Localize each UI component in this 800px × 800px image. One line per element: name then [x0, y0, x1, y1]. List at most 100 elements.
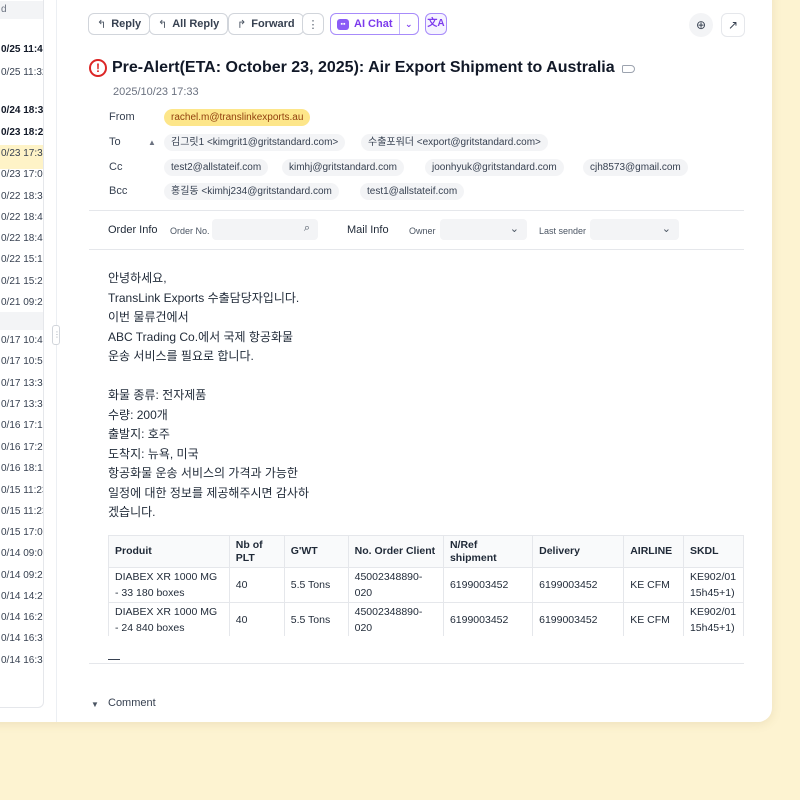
- cc-chip[interactable]: kimhj@gritstandard.com: [282, 159, 404, 176]
- resize-handle[interactable]: ⋮: [52, 325, 61, 345]
- mail-list-item[interactable]: 0/15 11:23: [1, 506, 43, 517]
- owner-select[interactable]: ⌄: [440, 219, 527, 240]
- more-vertical-icon: ⋮: [307, 18, 319, 31]
- cc-label: Cc: [109, 161, 123, 173]
- table-cell: 40: [228, 602, 285, 636]
- last-sender-select[interactable]: ⌄: [590, 219, 679, 240]
- add-label-button[interactable]: ⊕: [689, 13, 713, 37]
- caret-down-icon[interactable]: ▼: [91, 700, 99, 709]
- body-line: 출발지: 호주: [108, 427, 170, 441]
- mail-list-item[interactable]: 0/14 09:08: [1, 548, 43, 559]
- forward-button[interactable]: ↱ Forward: [228, 13, 304, 35]
- cc-chip[interactable]: joonhyuk@gritstandard.com: [425, 159, 564, 176]
- mail-list-item[interactable]: 0/22 18:41: [1, 233, 43, 244]
- chevron-down-icon[interactable]: ⌄: [400, 19, 419, 30]
- mail-list-item[interactable]: 0/22 18:40: [1, 212, 43, 223]
- table-cell: 5.5 Tons: [283, 602, 349, 636]
- table-cell: 6199003452: [532, 602, 625, 636]
- all-reply-button[interactable]: ↰ All Reply: [149, 13, 229, 35]
- mail-list-item[interactable]: 0/16 17:22: [1, 442, 43, 453]
- open-new-window-button[interactable]: ↗: [721, 13, 745, 37]
- table-cell: 40: [228, 567, 285, 603]
- email-body: 안녕하세요, TransLink Exports 수출담당자입니다. 이번 물류건에…: [108, 269, 309, 523]
- mail-list-item[interactable]: 0/16 17:10: [1, 420, 43, 431]
- mail-list-item[interactable]: 0/14 16:37: [1, 655, 43, 666]
- mail-list-item[interactable]: 0/25 11:43: [1, 44, 43, 55]
- header-divider: [89, 210, 744, 211]
- search-icon[interactable]: ⌕: [304, 222, 310, 235]
- mail-list-item[interactable]: 0/23 17:06: [1, 169, 43, 180]
- mail-list-item[interactable]: 0/24 18:3: [1, 105, 43, 116]
- table-cell: 6199003452: [442, 602, 534, 636]
- mail-list-item[interactable]: 0/22 15:15: [1, 254, 43, 265]
- bcc-chip[interactable]: test1@allstateif.com: [360, 183, 465, 200]
- to-chip[interactable]: 수출포워더 <export@gritstandard.com>: [361, 134, 548, 151]
- chevron-down-icon: ⌄: [661, 223, 671, 235]
- panel-divider: [56, 0, 57, 722]
- search-add-icon: ⊕: [695, 18, 707, 32]
- filter-divider: [89, 249, 744, 250]
- comment-divider: [89, 663, 744, 664]
- mail-list-item[interactable]: 0/17 10:50: [1, 356, 43, 367]
- table-header-cell: SKDL: [682, 535, 744, 568]
- body-line: 화물 종류: 전자제품: [108, 388, 207, 402]
- translate-button[interactable]: 文A: [425, 13, 447, 35]
- body-line: 운송 서비스를 필요로 합니다.: [108, 349, 254, 363]
- cc-chip[interactable]: test2@allstateif.com: [164, 159, 269, 176]
- body-line: 안녕하세요,: [108, 271, 167, 285]
- table-header-row: Produit Nb of PLT G'WT No. Order Client N/Re…: [108, 535, 744, 568]
- reply-label: Reply: [111, 18, 142, 30]
- mail-list-item[interactable]: 0/25 11:32: [1, 67, 43, 78]
- table-cell: DIABEX XR 1000 MG - 24 840 boxes: [108, 602, 230, 636]
- body-line: 겠습니다.: [108, 505, 156, 519]
- mail-window: d 0/25 11:43 0/25 11:32 0/24 18:3 0/23 18:2…: [0, 0, 772, 722]
- ai-chat-main[interactable]: ▪▪ AI Chat: [331, 14, 400, 34]
- mail-list-item[interactable]: 0/14 14:25: [1, 591, 43, 602]
- mail-list-item[interactable]: 0/15 11:23: [1, 485, 43, 496]
- table-row: DIABEX XR 1000 MG - 33 180 boxes 40 5.5 To…: [108, 567, 744, 603]
- last-sender-label: Last sender: [539, 226, 587, 236]
- body-line: [108, 367, 309, 387]
- chevron-down-icon: ⌄: [509, 223, 519, 235]
- important-alert-icon: !: [89, 59, 107, 77]
- signature-separator: [108, 659, 120, 660]
- collapse-recipients-icon[interactable]: ▲: [148, 138, 156, 147]
- mail-list-item[interactable]: 0/22 18:39: [1, 191, 43, 202]
- table-cell: KE902/01 15h45+1): [682, 602, 744, 636]
- table-cell: 6199003452: [532, 567, 625, 603]
- cc-chip[interactable]: cjh8573@gmail.com: [583, 159, 688, 176]
- comment-toggle[interactable]: Comment: [108, 697, 156, 709]
- mail-list-item[interactable]: 0/14 16:37: [1, 633, 43, 644]
- from-address-chip[interactable]: rachel.m@translinkexports.au: [164, 109, 311, 126]
- mail-list-item[interactable]: 0/17 13:37: [1, 399, 43, 410]
- to-chip[interactable]: 김그릿1 <kimgrit1@gritstandard.com>: [164, 134, 346, 151]
- mail-list-item[interactable]: 0/14 09:23: [1, 570, 43, 581]
- more-options-button[interactable]: ⋮: [302, 13, 324, 35]
- mail-list-item[interactable]: 0/21 09:27: [1, 297, 43, 308]
- mail-list-item[interactable]: 0/14 16:27: [1, 612, 43, 623]
- body-line: 항공화물 운송 서비스의 가격과 가능한: [108, 466, 298, 480]
- mail-list-item[interactable]: 0/21 15:22: [1, 276, 43, 287]
- mail-list-item[interactable]: 0/17 13:30: [1, 378, 43, 389]
- table-cell: 5.5 Tons: [283, 567, 349, 603]
- ai-chat-icon: ▪▪: [337, 18, 349, 30]
- ai-chat-label: AI Chat: [354, 18, 393, 30]
- forward-label: Forward: [251, 18, 295, 30]
- tag-icon[interactable]: [622, 65, 635, 73]
- mail-list-item[interactable]: 0/16 18:11: [1, 463, 43, 474]
- bcc-chip[interactable]: 홍길동 <kimhj234@gritstandard.com: [164, 183, 339, 200]
- mail-list-item[interactable]: 0/23 17:33: [1, 148, 43, 159]
- table-header-cell: Nb of PLT: [228, 535, 285, 568]
- mail-list-item[interactable]: 0/17 10:47: [1, 335, 43, 346]
- order-no-search-input[interactable]: ⌕: [212, 219, 318, 240]
- ai-chat-button[interactable]: ▪▪ AI Chat ⌄: [330, 13, 419, 35]
- list-group-header: [0, 312, 43, 330]
- table-header-cell: Delivery: [532, 535, 625, 568]
- mail-list-item[interactable]: 0/23 18:2: [1, 127, 43, 138]
- mail-list-item[interactable]: 0/15 17:05: [1, 527, 43, 538]
- reply-button[interactable]: ↰ Reply: [88, 13, 151, 35]
- table-cell: 6199003452: [442, 567, 534, 603]
- table-header-cell: G'WT: [283, 535, 349, 568]
- email-subject: Pre-Alert(ETA: October 23, 2025): Air Ex…: [112, 59, 615, 76]
- reply-icon: ↰: [97, 18, 107, 31]
